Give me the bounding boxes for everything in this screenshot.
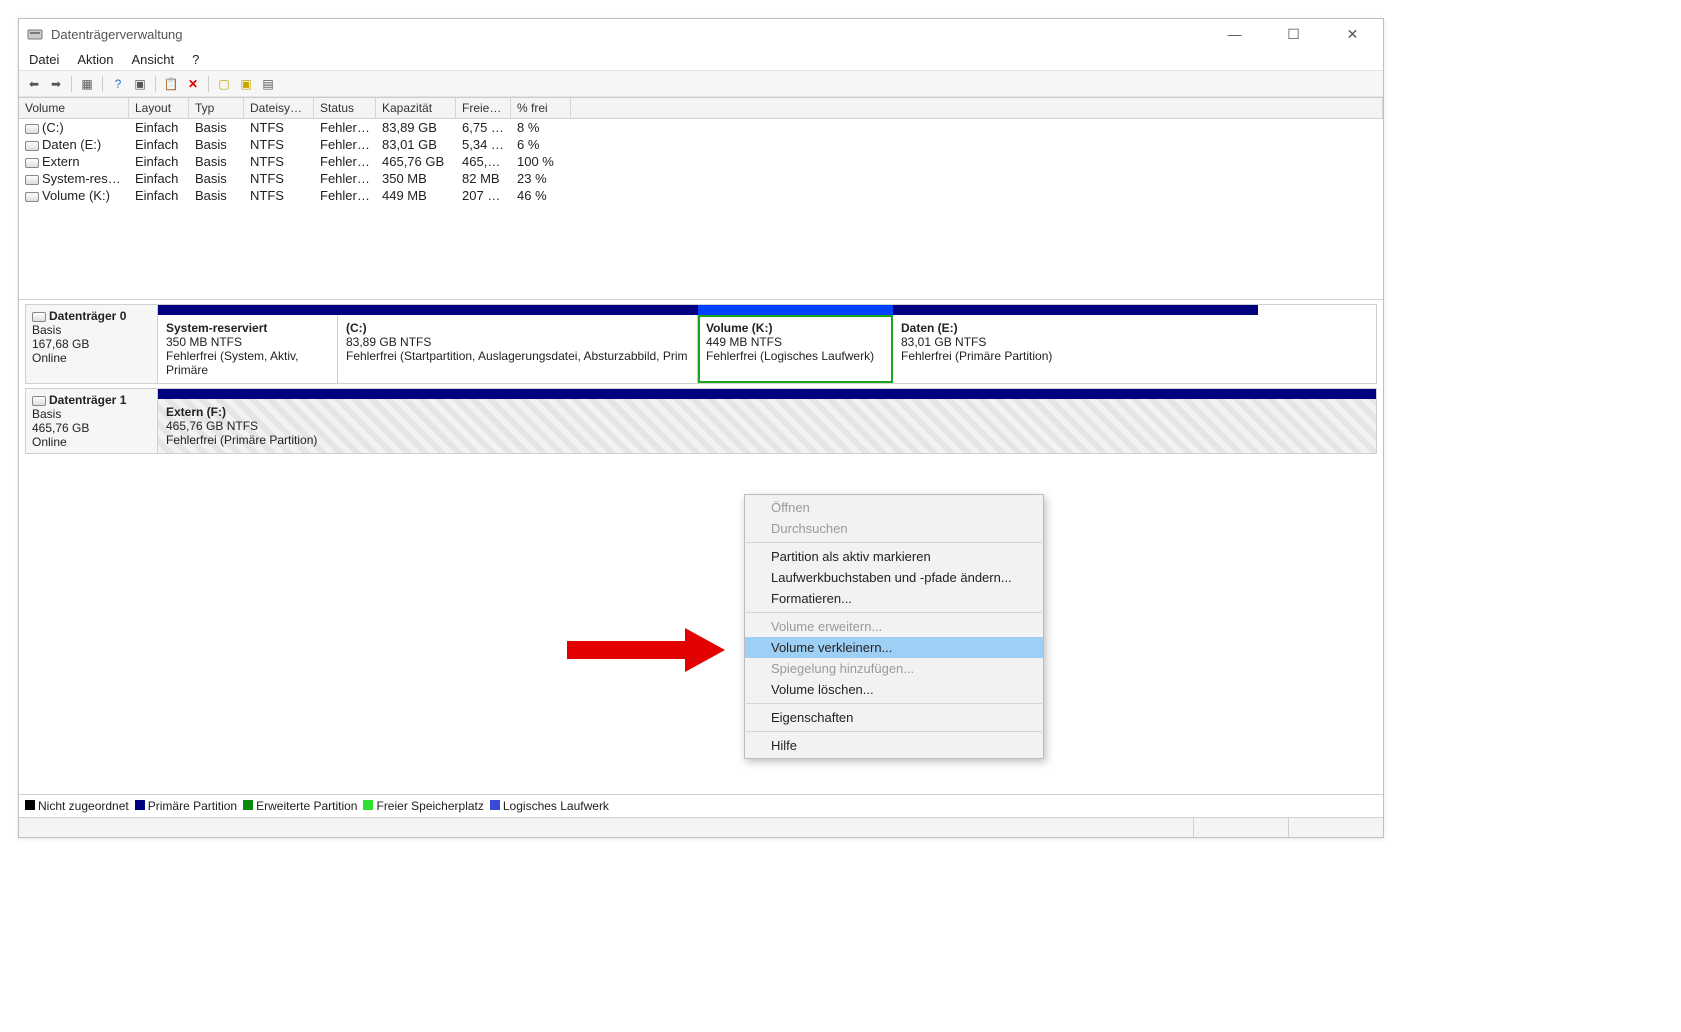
menu-item: Volume erweitern...	[745, 616, 1043, 637]
disk-info[interactable]: Datenträger 1Basis465,76 GBOnline	[25, 388, 157, 454]
legend: Nicht zugeordnet Primäre Partition Erweite…	[19, 794, 1383, 817]
menu-item[interactable]: Volume verkleinern...	[745, 637, 1043, 658]
forward-button[interactable]: ➡	[47, 75, 65, 93]
partition[interactable]: Daten (E:)83,01 GB NTFSFehlerfrei (Primä…	[893, 315, 1258, 383]
menu-item[interactable]: Laufwerkbuchstaben und -pfade ändern...	[745, 567, 1043, 588]
minimize-button[interactable]: —	[1212, 20, 1257, 48]
menu-aktion[interactable]: Aktion	[77, 52, 113, 67]
column-header[interactable]: Status	[314, 98, 376, 119]
table-row[interactable]: ExternEinfachBasisNTFSFehlerfr...465,76 …	[19, 153, 1383, 170]
volume-table: VolumeLayoutTypDateisyst...StatusKapazit…	[19, 98, 1383, 300]
drive-icon	[25, 141, 39, 151]
table-row[interactable]: Volume (K:)EinfachBasisNTFSFehlerfr...44…	[19, 187, 1383, 204]
action1-button[interactable]: ▢	[215, 75, 233, 93]
disk-info[interactable]: Datenträger 0Basis167,68 GBOnline	[25, 304, 157, 384]
column-header[interactable]: Layout	[129, 98, 189, 119]
menu-item[interactable]: Partition als aktiv markieren	[745, 546, 1043, 567]
menu-datei[interactable]: Datei	[29, 52, 59, 67]
show-tree-button[interactable]: ▦	[78, 75, 96, 93]
back-button[interactable]: ⬅	[25, 75, 43, 93]
menu-item: Durchsuchen	[745, 518, 1043, 539]
close-button[interactable]: ✕	[1330, 20, 1375, 48]
context-menu: ÖffnenDurchsuchen Partition als aktiv mar…	[744, 494, 1044, 759]
menu-item[interactable]: Formatieren...	[745, 588, 1043, 609]
status-bar	[19, 817, 1383, 837]
disk-map: Datenträger 0Basis167,68 GBOnlineSystem-…	[19, 300, 1383, 794]
delete-button[interactable]: ✕	[184, 75, 202, 93]
legend-item: Logisches Laufwerk	[490, 799, 609, 813]
column-header[interactable]: Dateisyst...	[244, 98, 314, 119]
legend-item: Nicht zugeordnet	[25, 799, 129, 813]
maximize-button[interactable]: ☐	[1271, 20, 1316, 48]
legend-item: Freier Speicherplatz	[363, 799, 483, 813]
partition[interactable]: Extern (F:)465,76 GB NTFSFehlerfrei (Pri…	[158, 399, 1376, 453]
drive-icon	[25, 124, 39, 134]
table-row[interactable]: System-reservi...EinfachBasisNTFSFehlerf…	[19, 170, 1383, 187]
legend-item: Erweiterte Partition	[243, 799, 357, 813]
menu-ansicht[interactable]: Ansicht	[132, 52, 175, 67]
partition[interactable]: Volume (K:)449 MB NTFSFehlerfrei (Logisc…	[698, 315, 893, 383]
app-icon	[27, 26, 43, 42]
column-header[interactable]: Volume	[19, 98, 129, 119]
menu-item: Spiegelung hinzufügen...	[745, 658, 1043, 679]
table-row[interactable]: Daten (E:)EinfachBasisNTFSFehlerfr...83,…	[19, 136, 1383, 153]
column-header[interactable]: Kapazität	[376, 98, 456, 119]
table-row[interactable]: (C:)EinfachBasisNTFSFehlerfr...83,89 GB6…	[19, 119, 1383, 136]
drive-icon	[25, 158, 39, 168]
action2-button[interactable]: ▣	[237, 75, 255, 93]
menu-item: Öffnen	[745, 497, 1043, 518]
menu-?[interactable]: ?	[192, 52, 199, 67]
window-title: Datenträgerverwaltung	[51, 27, 1212, 42]
menu-item[interactable]: Volume löschen...	[745, 679, 1043, 700]
column-header[interactable]: % frei	[511, 98, 571, 119]
legend-item: Primäre Partition	[135, 799, 237, 813]
menu-item[interactable]: Eigenschaften	[745, 707, 1043, 728]
help-button[interactable]: ?	[109, 75, 127, 93]
column-header[interactable]: Freier ...	[456, 98, 511, 119]
partition[interactable]: System-reserviert350 MB NTFSFehlerfrei (…	[158, 315, 338, 383]
toolbar: ⬅ ➡ ▦ ? ▣ 📋 ✕ ▢ ▣ ▤	[19, 71, 1383, 97]
menubar: Datei Aktion Ansicht?	[19, 49, 1383, 71]
drive-icon	[25, 175, 39, 185]
properties-button[interactable]: 📋	[162, 75, 180, 93]
menu-item[interactable]: Hilfe	[745, 735, 1043, 756]
partition[interactable]: (C:)83,89 GB NTFSFehlerfrei (Startpartit…	[338, 315, 698, 383]
drive-icon	[25, 192, 39, 202]
column-header[interactable]: Typ	[189, 98, 244, 119]
disk-icon	[32, 396, 46, 406]
app-window: Datenträgerverwaltung — ☐ ✕ Datei Aktion A…	[18, 18, 1384, 838]
titlebar: Datenträgerverwaltung — ☐ ✕	[19, 19, 1383, 49]
refresh-button[interactable]: ▣	[131, 75, 149, 93]
action3-button[interactable]: ▤	[259, 75, 277, 93]
disk-icon	[32, 312, 46, 322]
